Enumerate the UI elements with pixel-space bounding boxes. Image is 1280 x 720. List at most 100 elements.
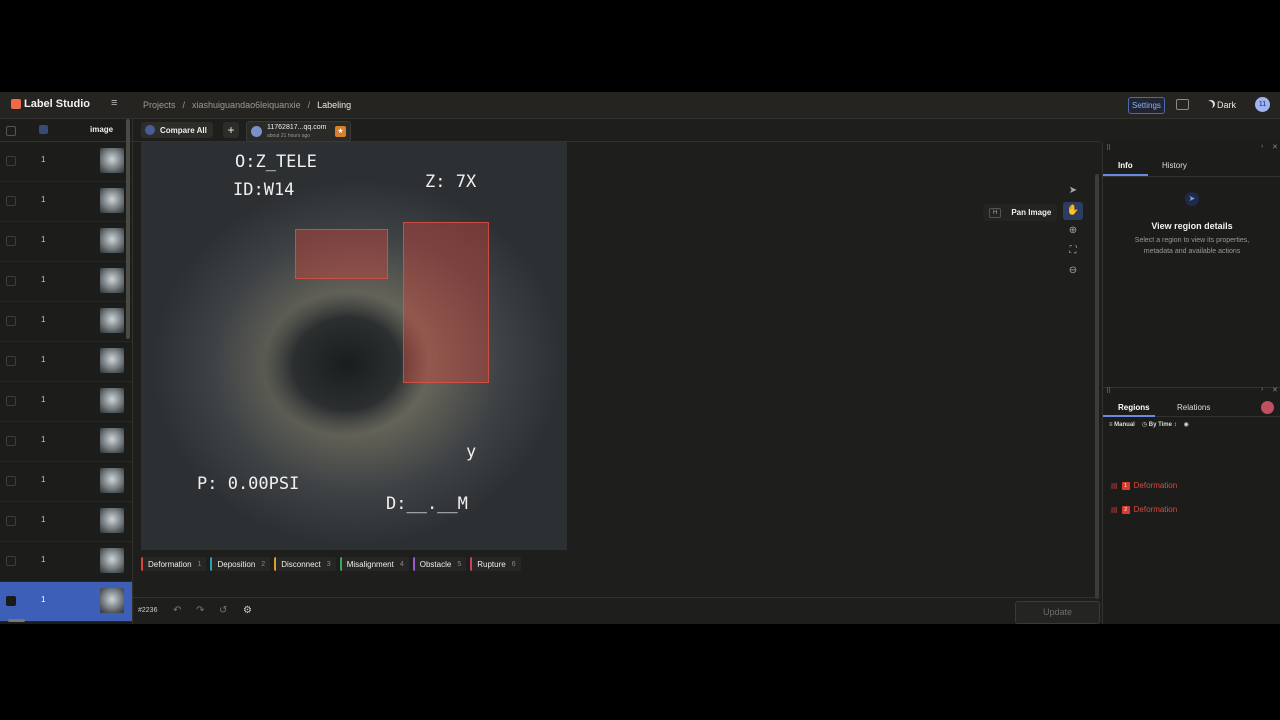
app-logo[interactable]: Label Studio <box>11 98 90 110</box>
row-checkbox[interactable] <box>6 556 16 566</box>
horizontal-scrollbar[interactable] <box>8 619 25 622</box>
close-panel-icon[interactable]: ✕ <box>1272 386 1278 394</box>
add-annotation-button[interactable]: + <box>223 122 239 138</box>
task-row[interactable]: 1 <box>0 142 132 182</box>
image-canvas[interactable]: O:Z_TELE ID:W14 Z: 7X P: 0.00PSI D:__.__… <box>141 142 567 550</box>
auto-annotation-icon[interactable] <box>1261 401 1274 414</box>
region-label: Deformation <box>1133 481 1178 490</box>
task-row[interactable]: 1 <box>0 542 132 582</box>
tab-regions[interactable]: Regions <box>1118 403 1150 412</box>
tab-relations[interactable]: Relations <box>1177 403 1210 412</box>
task-list-scrollbar[interactable] <box>126 119 130 339</box>
fit-to-screen-icon[interactable]: ⛶ <box>1063 242 1083 260</box>
breadcrumb-projects[interactable]: Projects <box>143 100 176 110</box>
label-studio-app: Label Studio ≡ Projects / xiashuiguandao… <box>0 92 1280 624</box>
task-row[interactable]: 1 <box>0 262 132 302</box>
task-row[interactable]: 1 <box>0 342 132 382</box>
drag-handle-icon[interactable]: ⠿ <box>1106 144 1111 152</box>
annotator-name: 11762817...qq.com <box>267 124 327 131</box>
region-label: Deformation <box>1133 505 1178 514</box>
task-row[interactable]: 1 <box>0 222 132 262</box>
theme-toggle[interactable]: Dark <box>1205 100 1236 110</box>
breadcrumb-project[interactable]: xiashuiguandao6leiquanxie <box>192 100 301 110</box>
canvas-scrollbar[interactable] <box>1095 174 1099 599</box>
update-button[interactable]: Update <box>1015 601 1100 624</box>
collapse-icon[interactable]: › <box>1261 143 1263 150</box>
select-tool-icon[interactable]: ➤ <box>1063 182 1083 200</box>
sort-by-time[interactable]: ◷ By Time ↕ <box>1142 421 1177 428</box>
cursor-icon: ➤ <box>1185 192 1199 206</box>
column-image[interactable]: image <box>90 125 113 134</box>
annotation-tab[interactable]: 11762817...qq.com about 21 hours ago ★ <box>246 121 351 142</box>
row-checkbox[interactable] <box>6 276 16 286</box>
select-all-checkbox[interactable] <box>6 126 16 136</box>
row-checkbox[interactable] <box>6 316 16 326</box>
zoom-in-icon[interactable]: ⊕ <box>1063 222 1083 240</box>
annotation-time: about 21 hours ago <box>267 133 311 139</box>
task-row[interactable]: 1 <box>0 382 132 422</box>
row-checkbox[interactable] <box>6 356 16 366</box>
tool-tooltip: H Pan Image <box>983 204 1058 221</box>
task-row[interactable]: 1 <box>0 302 132 342</box>
region-bbox-2[interactable] <box>403 222 489 383</box>
app-name: Label Studio <box>24 98 90 110</box>
row-thumbnail <box>100 268 124 293</box>
drag-handle-icon[interactable]: ⠿ <box>1106 387 1111 395</box>
row-checkbox[interactable] <box>6 196 16 206</box>
info-title: View region details <box>1151 221 1233 231</box>
visibility-eye-icon[interactable]: ◉ <box>1184 421 1189 428</box>
manual-group-toggle[interactable]: ≡ Manual <box>1109 422 1135 428</box>
region-bbox-1[interactable] <box>295 229 388 279</box>
tab-info[interactable]: Info <box>1118 161 1133 170</box>
region-item[interactable]: ▤ 1 Deformation <box>1111 481 1177 490</box>
row-checkbox[interactable] <box>6 396 16 406</box>
label-misalignment[interactable]: Misalignment 4 <box>339 557 409 571</box>
label-studio-logo-icon <box>11 99 21 109</box>
task-row[interactable]: 1 <box>0 182 132 222</box>
theme-label: Dark <box>1217 100 1237 110</box>
row-checkbox[interactable] <box>6 516 16 526</box>
row-checkbox[interactable] <box>6 596 16 606</box>
row-checkbox[interactable] <box>6 236 16 246</box>
row-count: 1 <box>41 195 46 204</box>
task-row[interactable]: 1 <box>0 462 132 502</box>
row-checkbox[interactable] <box>6 476 16 486</box>
user-avatar[interactable]: 11 <box>1255 97 1270 112</box>
grid-view-icon[interactable] <box>39 125 48 134</box>
settings-sliders-icon[interactable]: ⚙ <box>243 605 252 616</box>
label-rupture[interactable]: Rupture 6 <box>470 557 521 571</box>
task-row[interactable]: 1 <box>0 502 132 542</box>
compare-all-button[interactable]: Compare All <box>141 122 213 138</box>
label-deposition[interactable]: Deposition 2 <box>210 557 271 571</box>
collapse-icon[interactable]: › <box>1261 386 1263 393</box>
info-text: Select a region to view its properties, … <box>1134 237 1250 255</box>
row-checkbox[interactable] <box>6 436 16 446</box>
pan-tool-icon[interactable]: ✋ <box>1063 202 1083 220</box>
moon-icon <box>1205 101 1213 109</box>
label-disconnect[interactable]: Disconnect 3 <box>274 557 336 571</box>
row-count: 1 <box>41 275 46 284</box>
zoom-out-icon[interactable]: ⊖ <box>1063 262 1083 280</box>
label-obstacle[interactable]: Obstacle 5 <box>412 557 467 571</box>
info-tabs: Info History <box>1103 156 1280 177</box>
undo-icon[interactable]: ↶ <box>173 605 181 616</box>
keyboard-shortcuts-icon[interactable] <box>1176 99 1189 110</box>
row-thumbnail <box>100 348 124 373</box>
label-deformation[interactable]: Deformation 1 <box>141 557 207 571</box>
menu-icon[interactable]: ≡ <box>111 98 121 109</box>
reset-icon[interactable]: ↺ <box>219 605 227 616</box>
task-row-active[interactable]: 1 <box>0 582 132 622</box>
settings-button[interactable]: Settings <box>1128 97 1165 114</box>
overlay-line2: ID:W14 <box>233 180 295 200</box>
tab-history[interactable]: History <box>1162 161 1187 170</box>
region-index: 1 <box>1121 481 1130 490</box>
row-checkbox[interactable] <box>6 156 16 166</box>
close-panel-icon[interactable]: ✕ <box>1272 143 1278 151</box>
ground-truth-star-icon[interactable]: ★ <box>335 126 346 137</box>
row-thumbnail <box>100 388 124 413</box>
region-item[interactable]: ▤ 2 Deformation <box>1111 505 1177 514</box>
regions-tabs: Regions Relations <box>1103 400 1280 417</box>
row-count: 1 <box>41 315 46 324</box>
redo-icon[interactable]: ↷ <box>196 605 204 616</box>
task-row[interactable]: 1 <box>0 422 132 462</box>
